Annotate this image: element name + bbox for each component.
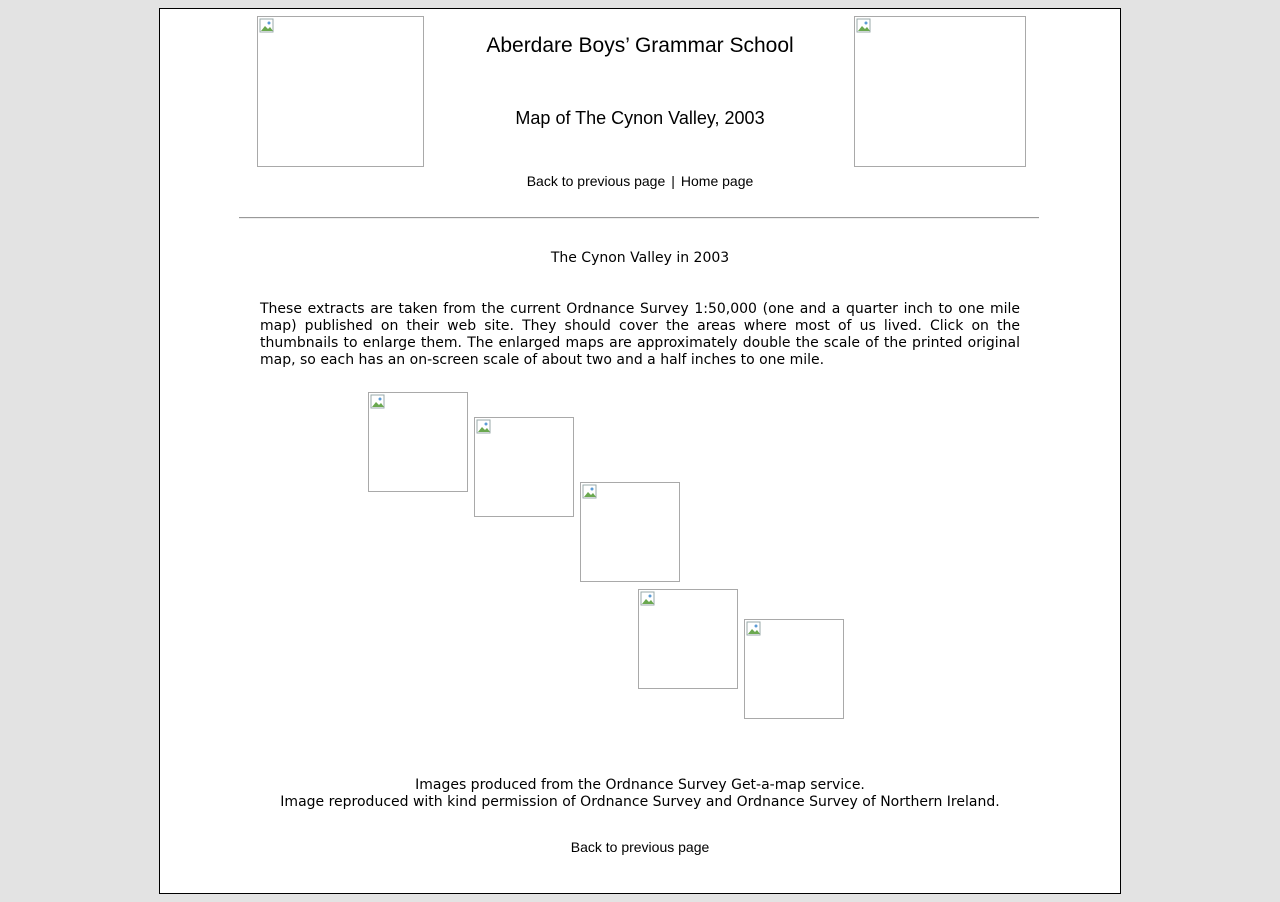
- broken-image-icon: [476, 419, 491, 434]
- nav-separator: |: [671, 173, 675, 189]
- bottom-nav: Back to previous page: [160, 839, 1120, 855]
- page-container: Aberdare Boys’ Grammar School Map of The…: [159, 8, 1121, 894]
- map-thumbnail-1[interactable]: [368, 392, 468, 492]
- broken-image-icon: [640, 591, 655, 606]
- credits-line-1: Images produced from the Ordnance Survey…: [415, 777, 865, 793]
- back-link-bottom[interactable]: Back to previous page: [571, 839, 710, 855]
- broken-image-icon: [856, 18, 871, 33]
- page-subtitle: Map of The Cynon Valley, 2003: [515, 108, 765, 128]
- credits-line-2: Image reproduced with kind permission of…: [280, 794, 1000, 810]
- home-link[interactable]: Home page: [681, 173, 753, 189]
- broken-image-icon: [582, 484, 597, 499]
- broken-image-icon: [259, 18, 274, 33]
- back-link[interactable]: Back to previous page: [527, 173, 666, 189]
- credits: Images produced from the Ordnance Survey…: [160, 777, 1120, 811]
- map-thumbnail-5[interactable]: [744, 619, 844, 719]
- section-heading: The Cynon Valley in 2003: [550, 250, 730, 266]
- intro-paragraph: These extracts are taken from the curren…: [260, 301, 1020, 368]
- page-title: Aberdare Boys’ Grammar School: [486, 34, 794, 57]
- broken-image-icon: [746, 621, 761, 636]
- top-nav: Back to previous page | Home page: [160, 173, 1120, 189]
- broken-image-icon: [370, 394, 385, 409]
- map-thumbnail-2[interactable]: [474, 417, 574, 517]
- map-thumbnail-4[interactable]: [638, 589, 738, 689]
- divider: [239, 217, 1039, 219]
- map-thumbnail-3[interactable]: [580, 482, 680, 582]
